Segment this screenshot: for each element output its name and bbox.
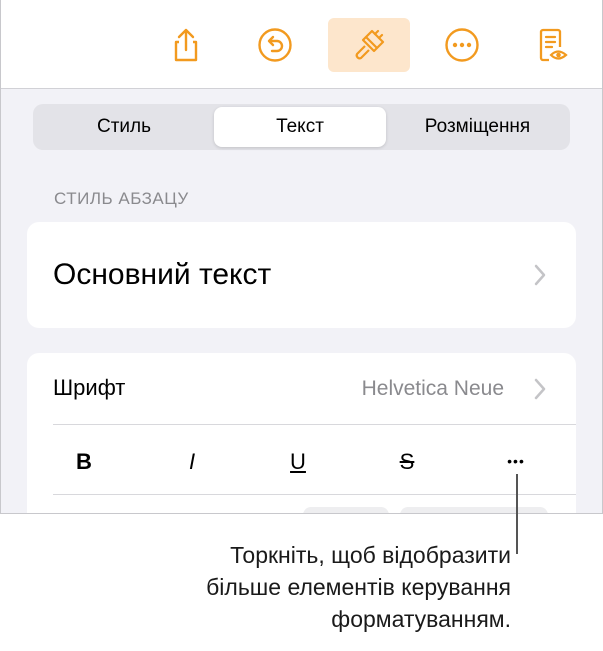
- divider: [53, 494, 576, 495]
- reading-view-button[interactable]: [510, 18, 592, 72]
- format-panel: Стиль Текст Розміщення СТИЛЬ АБЗАЦУ Осно…: [0, 0, 603, 514]
- font-card: Шрифт Helvetica Neue B I U S •••: [27, 353, 576, 513]
- italic-button[interactable]: I: [162, 449, 222, 475]
- chevron-right-icon[interactable]: [534, 378, 546, 400]
- font-value[interactable]: Helvetica Neue: [362, 377, 504, 401]
- callout-text: Торкніть, щоб відобразити більше елемент…: [206, 539, 511, 635]
- format-button[interactable]: [328, 18, 410, 72]
- toolbar: [0, 0, 603, 89]
- undo-button[interactable]: [234, 18, 316, 72]
- font-size-stepper[interactable]: [303, 507, 389, 513]
- tab-text[interactable]: Текст: [214, 107, 386, 147]
- font-label: Шрифт: [53, 375, 126, 400]
- callout-leader-line: [516, 474, 518, 554]
- more-button[interactable]: [421, 18, 503, 72]
- share-icon: [174, 28, 198, 62]
- tab-arrangement[interactable]: Розміщення: [388, 107, 567, 147]
- share-button[interactable]: [145, 18, 227, 72]
- undo-icon: [258, 28, 292, 62]
- more-text-options-button[interactable]: •••: [486, 453, 546, 469]
- callout-line-2: більше елементів керування: [206, 574, 511, 600]
- bold-button[interactable]: B: [54, 449, 114, 475]
- section-header-paragraph-style: СТИЛЬ АБЗАЦУ: [54, 189, 189, 208]
- divider: [53, 424, 576, 425]
- paragraph-style-value: Основний текст: [53, 258, 272, 291]
- underline-button[interactable]: U: [268, 449, 328, 475]
- reading-view-icon: [539, 28, 568, 62]
- text-color-button[interactable]: [400, 507, 548, 513]
- chevron-right-icon: [534, 264, 546, 286]
- more-icon: [445, 28, 479, 62]
- paragraph-style-row[interactable]: Основний текст: [27, 222, 576, 328]
- callout-line-1: Торкніть, щоб відобразити: [230, 542, 511, 568]
- tab-style[interactable]: Стиль: [36, 107, 212, 147]
- callout-line-3: форматуванням.: [331, 606, 511, 632]
- panel-border: [0, 0, 1, 513]
- format-brush-icon: [355, 29, 385, 60]
- tab-control: Стиль Текст Розміщення: [33, 104, 570, 150]
- strikethrough-button[interactable]: S: [377, 449, 437, 475]
